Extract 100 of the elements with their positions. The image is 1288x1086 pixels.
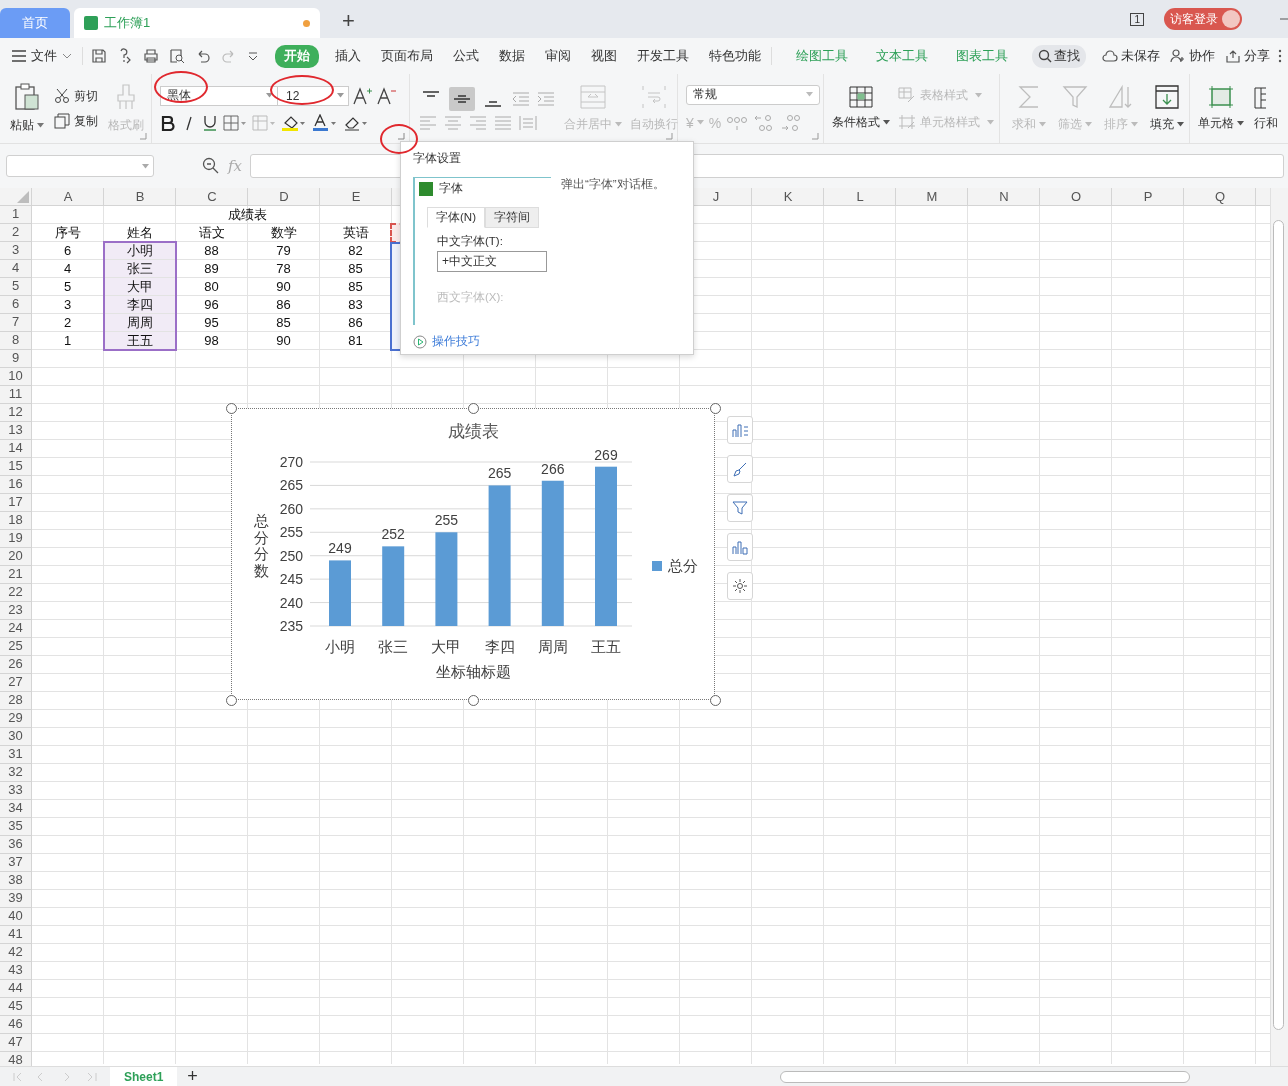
row-number[interactable]: 42 — [0, 944, 31, 962]
row-number[interactable]: 13 — [0, 422, 31, 440]
row-number[interactable]: 9 — [0, 350, 31, 368]
column-header[interactable]: D — [248, 188, 320, 205]
row-number[interactable]: 48 — [0, 1052, 31, 1066]
align-middle-icon[interactable] — [449, 86, 475, 111]
row-number[interactable]: 18 — [0, 512, 31, 530]
row-number[interactable]: 4 — [0, 260, 31, 278]
row-number[interactable]: 29 — [0, 710, 31, 728]
login-button[interactable]: 访客登录 — [1164, 8, 1242, 30]
column-header[interactable]: O — [1040, 188, 1112, 205]
resize-handle[interactable] — [468, 403, 479, 414]
row-number[interactable]: 19 — [0, 530, 31, 548]
row-number[interactable]: 21 — [0, 566, 31, 584]
dialog-launcher-icon[interactable] — [666, 133, 673, 140]
share-button[interactable]: 分享 — [1225, 47, 1270, 65]
row-number[interactable]: 2 — [0, 224, 31, 242]
conditional-format-button[interactable]: 条件格式 — [832, 86, 890, 131]
row-number[interactable]: 24 — [0, 620, 31, 638]
vertical-scrollbar[interactable] — [1270, 188, 1288, 1066]
paste-button[interactable]: 粘贴 — [10, 83, 44, 134]
font-name-dropdown[interactable]: 黑体 — [160, 85, 278, 106]
row-number[interactable]: 17 — [0, 494, 31, 512]
row-number[interactable]: 16 — [0, 476, 31, 494]
workbook-tab[interactable]: 工作簿1 — [74, 8, 320, 38]
column-header[interactable]: E — [320, 188, 392, 205]
row-number[interactable]: 27 — [0, 674, 31, 692]
cut-button[interactable]: 剪切 — [54, 87, 98, 105]
row-number[interactable]: 30 — [0, 728, 31, 746]
column-header[interactable]: Q — [1184, 188, 1256, 205]
horizontal-scrollbar[interactable] — [780, 1070, 1190, 1083]
ribbon-tab[interactable]: 数据 — [495, 44, 529, 68]
search-button[interactable]: 查找 — [1032, 44, 1086, 68]
row-number[interactable]: 10 — [0, 368, 31, 386]
row-number[interactable]: 33 — [0, 782, 31, 800]
column-header[interactable]: B — [104, 188, 176, 205]
ribbon-tab[interactable]: 插入 — [331, 44, 365, 68]
row-number[interactable]: 6 — [0, 296, 31, 314]
file-menu[interactable]: 文件 — [12, 47, 72, 65]
row-number[interactable]: 22 — [0, 584, 31, 602]
column-header[interactable]: N — [968, 188, 1040, 205]
resize-handle[interactable] — [710, 695, 721, 706]
resize-handle[interactable] — [226, 695, 237, 706]
cloud-status-button[interactable]: 未保存 — [1102, 47, 1160, 65]
row-number[interactable]: 37 — [0, 854, 31, 872]
tips-link[interactable]: 操作技巧 — [413, 333, 480, 350]
chart-filter-button[interactable] — [727, 494, 753, 522]
column-header[interactable]: A — [32, 188, 104, 205]
row-number[interactable]: 31 — [0, 746, 31, 764]
row-number[interactable]: 1 — [0, 206, 31, 224]
row-number[interactable]: 5 — [0, 278, 31, 296]
number-format-dropdown[interactable]: 常规 — [686, 84, 820, 105]
ribbon-tab[interactable]: 特色功能 — [705, 44, 765, 68]
cell-format-icon[interactable] — [252, 114, 276, 131]
column-header[interactable]: P — [1112, 188, 1184, 205]
decrease-decimal-icon[interactable] — [780, 112, 803, 133]
column-header[interactable]: L — [824, 188, 896, 205]
chart-data-button[interactable] — [727, 533, 753, 561]
ribbon-tab[interactable]: 开发工具 — [633, 44, 693, 68]
collaborate-button[interactable]: 协作 — [1170, 47, 1215, 65]
add-sheet-button[interactable]: + — [187, 1066, 198, 1086]
select-all-corner[interactable] — [0, 188, 32, 206]
font-size-dropdown[interactable]: 12 — [277, 85, 349, 106]
row-column-button[interactable]: 行和 — [1254, 86, 1278, 131]
row-number[interactable]: 38 — [0, 872, 31, 890]
row-number[interactable]: 14 — [0, 440, 31, 458]
underline-icon[interactable] — [202, 113, 218, 132]
resize-handle[interactable] — [468, 695, 479, 706]
row-number[interactable]: 11 — [0, 386, 31, 404]
copy-button[interactable]: 复制 — [54, 112, 98, 130]
fill-button[interactable]: 填充 — [1150, 84, 1184, 133]
column-header[interactable]: C — [176, 188, 248, 205]
row-number[interactable]: 46 — [0, 1016, 31, 1034]
chart-style-button[interactable] — [727, 455, 753, 483]
row-number[interactable]: 36 — [0, 836, 31, 854]
increase-font-icon[interactable] — [353, 86, 373, 105]
row-number[interactable]: 23 — [0, 602, 31, 620]
row-number[interactable]: 43 — [0, 962, 31, 980]
row-number[interactable]: 40 — [0, 908, 31, 926]
ribbon-tab[interactable]: 审阅 — [541, 44, 575, 68]
row-number[interactable]: 12 — [0, 404, 31, 422]
print-icon[interactable] — [143, 48, 159, 64]
cell-button[interactable]: 单元格 — [1198, 85, 1244, 132]
new-tab-button[interactable]: + — [342, 8, 355, 34]
scrollbar-thumb[interactable] — [1273, 220, 1284, 1030]
row-number[interactable]: 15 — [0, 458, 31, 476]
row-number[interactable]: 8 — [0, 332, 31, 350]
row-number[interactable]: 47 — [0, 1034, 31, 1052]
save-icon[interactable] — [91, 48, 107, 64]
row-number[interactable]: 28 — [0, 692, 31, 710]
chart-settings-button[interactable] — [727, 572, 753, 600]
row-number[interactable]: 32 — [0, 764, 31, 782]
ribbon-tab[interactable]: 页面布局 — [377, 44, 437, 68]
zoom-icon[interactable] — [202, 157, 220, 175]
row-number[interactable]: 44 — [0, 980, 31, 998]
ribbon-tab[interactable]: 公式 — [449, 44, 483, 68]
ribbon-tab[interactable]: 视图 — [587, 44, 621, 68]
row-number[interactable]: 25 — [0, 638, 31, 656]
row-number[interactable]: 35 — [0, 818, 31, 836]
row-number[interactable]: 20 — [0, 548, 31, 566]
